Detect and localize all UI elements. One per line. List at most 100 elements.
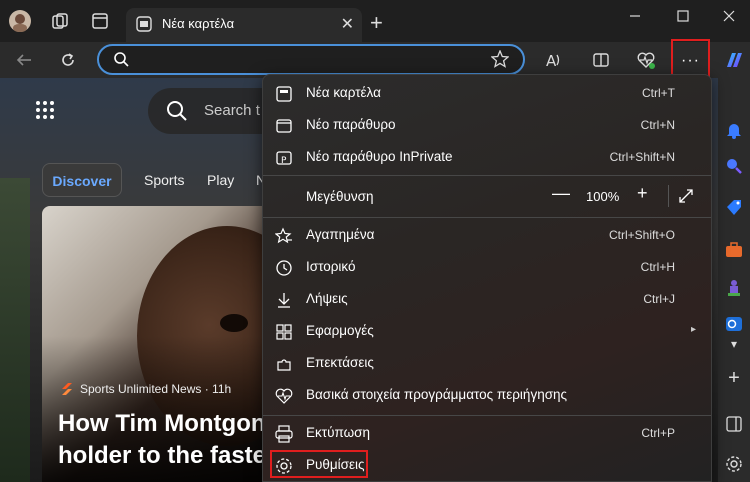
menu-label: Επεκτάσεις — [306, 355, 374, 370]
title-bar: Νέα καρτέλα ✕ + — [0, 0, 750, 42]
extensions-icon — [275, 355, 293, 373]
inprivate-icon: P — [275, 149, 293, 167]
news-card-image-detail — [220, 314, 248, 332]
page-search-placeholder: Search t — [204, 102, 260, 119]
menu-item-history[interactable]: Ιστορικό Ctrl+H — [263, 251, 711, 283]
sports-unlimited-logo-icon — [62, 383, 72, 395]
menu-item-new-window[interactable]: Νέο παράθυρο Ctrl+N — [263, 109, 711, 141]
menu-label: Ιστορικό — [306, 259, 356, 274]
read-aloud-icon[interactable]: A — [541, 48, 565, 72]
menu-item-downloads[interactable]: Λήψεις Ctrl+J — [263, 283, 711, 315]
svg-text:A: A — [546, 52, 557, 69]
menu-shortcut: Ctrl+H — [640, 260, 675, 274]
back-icon[interactable] — [12, 48, 36, 72]
menu-item-print[interactable]: Εκτύπωση Ctrl+P — [263, 417, 711, 449]
menu-item-apps[interactable]: Εφαρμογές ▸ — [263, 315, 711, 347]
bell-icon[interactable] — [722, 118, 746, 142]
page-search-icon — [166, 100, 188, 127]
apps-icon — [275, 323, 293, 341]
menu-item-extensions[interactable]: Επεκτάσεις — [263, 347, 711, 379]
more-dots-icon: ··· — [681, 51, 700, 69]
fullscreen-icon[interactable] — [677, 187, 695, 210]
search-sidebar-icon[interactable] — [722, 154, 746, 178]
new-window-icon — [275, 117, 293, 135]
address-input[interactable] — [139, 50, 479, 70]
menu-label: Νέο παράθυρο — [306, 117, 396, 132]
refresh-icon[interactable] — [56, 48, 80, 72]
search-icon — [113, 51, 129, 72]
essentials-icon — [275, 387, 293, 405]
tab-actions-icon[interactable] — [88, 9, 112, 33]
menu-divider — [263, 175, 711, 176]
close-window-icon[interactable] — [706, 0, 750, 32]
address-bar[interactable] — [97, 44, 525, 75]
maximize-icon[interactable] — [660, 0, 706, 32]
menu-item-favorites[interactable]: Αγαπημένα Ctrl+Shift+O — [263, 219, 711, 251]
menu-shortcut: Ctrl+P — [641, 426, 675, 440]
menu-label: Εφαρμογές — [306, 323, 374, 338]
sidebar-settings-icon[interactable] — [722, 452, 746, 476]
chevron-down-icon[interactable]: ▾ — [722, 332, 746, 356]
menu-label: Αγαπημένα — [306, 227, 375, 242]
zoom-out-button[interactable]: — — [552, 183, 570, 204]
headline-line-1: How Tim Montgon — [58, 410, 266, 437]
news-card[interactable]: Sports Unlimited News · 11h How Tim Mont… — [42, 206, 272, 482]
apps-grid-icon[interactable] — [35, 100, 55, 120]
menu-shortcut: Ctrl+T — [642, 86, 675, 100]
news-headline[interactable]: How Tim Montgon holder to the fastes — [58, 408, 272, 472]
history-icon — [275, 259, 293, 277]
menu-label: Βασικά στοιχεία προγράμματος περιήγησης — [306, 387, 568, 402]
profile-avatar-icon[interactable] — [8, 9, 32, 33]
svg-text:P: P — [281, 156, 287, 166]
background-image — [0, 178, 30, 482]
menu-label: Εκτύπωση — [306, 425, 370, 440]
copilot-icon[interactable] — [722, 48, 746, 72]
toolbar: A — [0, 42, 750, 78]
news-source-label: Sports Unlimited News · 11h — [80, 382, 232, 396]
new-tab-icon — [275, 85, 293, 103]
browser-essentials-icon[interactable] — [634, 48, 658, 72]
menu-shortcut: Ctrl+Shift+O — [608, 228, 675, 242]
menu-shortcut: Ctrl+J — [643, 292, 675, 306]
nav-play[interactable]: Play — [207, 163, 234, 197]
menu-label: Νέο παράθυρο InPrivate — [306, 149, 453, 164]
split-screen-icon[interactable] — [589, 48, 613, 72]
menu-label: Νέα καρτέλα — [306, 85, 381, 100]
workspaces-icon[interactable] — [48, 9, 72, 33]
menu-shortcut: Ctrl+Shift+N — [609, 150, 675, 164]
close-tab-icon[interactable]: ✕ — [341, 14, 354, 34]
menu-item-new-tab[interactable]: Νέα καρτέλα Ctrl+T — [263, 77, 711, 109]
new-tab-button[interactable]: + — [370, 10, 383, 36]
menu-label: Λήψεις — [306, 291, 348, 306]
minimize-icon[interactable] — [612, 0, 658, 32]
print-icon — [275, 425, 293, 443]
tab-title: Νέα καρτέλα — [162, 16, 235, 31]
zoom-in-button[interactable]: + — [637, 183, 648, 204]
menu-shortcut: Ctrl+N — [640, 118, 675, 132]
sidebar-panel-icon[interactable] — [722, 412, 746, 436]
menu-divider — [263, 217, 711, 218]
sidebar: ▾ + — [718, 42, 750, 482]
zoom-level: 100% — [586, 189, 620, 204]
add-sidebar-icon[interactable]: + — [722, 366, 746, 390]
menu-item-inprivate[interactable]: P Νέο παράθυρο InPrivate Ctrl+Shift+N — [263, 141, 711, 173]
tools-briefcase-icon[interactable] — [722, 238, 746, 262]
settings-highlight-box — [270, 450, 368, 478]
settings-menu: Νέα καρτέλα Ctrl+T Νέο παράθυρο Ctrl+N P… — [262, 74, 712, 482]
headline-line-2: holder to the fastes — [58, 442, 272, 469]
shopping-tag-icon[interactable] — [722, 196, 746, 220]
menu-label: Μεγέθυνση — [306, 189, 374, 204]
nav-sports[interactable]: Sports — [144, 163, 184, 197]
submenu-arrow-icon: ▸ — [691, 324, 697, 335]
menu-item-browser-essentials[interactable]: Βασικά στοιχεία προγράμματος περιήγησης — [263, 379, 711, 411]
nav-discover[interactable]: Discover — [42, 163, 122, 197]
downloads-icon — [275, 291, 293, 309]
games-chess-icon[interactable] — [722, 276, 746, 300]
favorite-star-icon[interactable] — [490, 49, 510, 73]
menu-item-zoom: Μεγέθυνση — 100% + — [263, 179, 711, 213]
menu-divider — [263, 415, 711, 416]
tab-new-tab[interactable]: Νέα καρτέλα ✕ — [126, 8, 362, 42]
favorites-icon — [275, 227, 293, 245]
news-source: Sports Unlimited News · 11h — [60, 382, 231, 396]
new-tab-favicon-icon — [136, 16, 152, 32]
